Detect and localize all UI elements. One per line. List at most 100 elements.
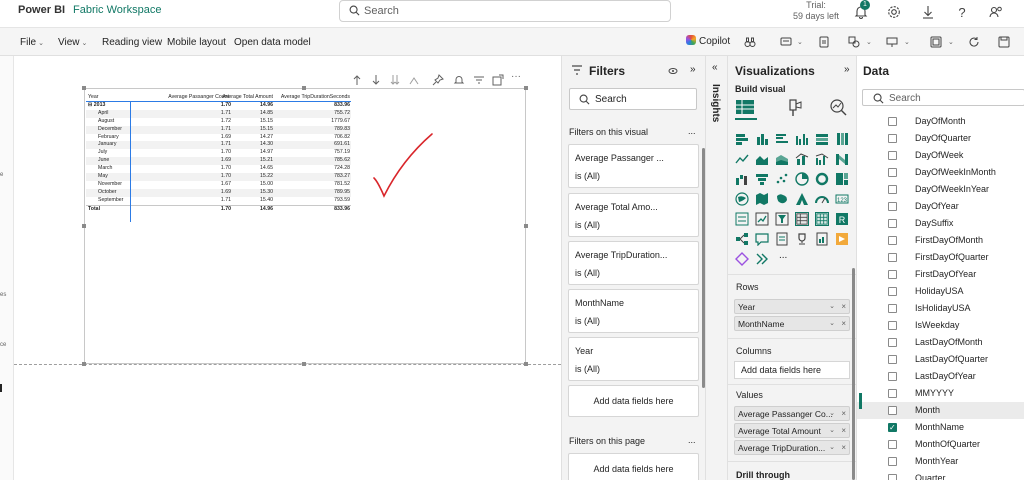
filter-icon[interactable]	[473, 74, 485, 86]
rows-field-year[interactable]: Year ⌄ ×	[734, 299, 850, 314]
kpi-icon[interactable]	[755, 212, 769, 226]
arrows-visual-icon[interactable]	[755, 252, 769, 266]
table-row[interactable]: June 1.69 15.21 785.62	[86, 157, 351, 166]
line-and-column-chart-icon[interactable]	[795, 152, 809, 166]
export-icon[interactable]	[930, 36, 942, 48]
close-icon[interactable]: ×	[841, 317, 846, 331]
waterfall-chart-icon[interactable]	[735, 172, 749, 186]
data-field-item[interactable]: MonthYear	[857, 453, 1024, 470]
card-icon[interactable]: 123	[835, 192, 849, 206]
power-apps-icon[interactable]	[835, 232, 849, 246]
binoculars-icon[interactable]	[744, 36, 756, 48]
comment-icon[interactable]	[780, 36, 792, 48]
chevron-down-icon[interactable]: ⌄	[946, 36, 954, 47]
field-checkbox[interactable]	[888, 236, 897, 245]
help-icon[interactable]: ?	[954, 4, 970, 20]
column-header-year[interactable]: Year	[88, 92, 98, 102]
field-checkbox[interactable]	[888, 287, 897, 296]
data-field-item[interactable]: IsWeekday	[857, 317, 1024, 334]
open-data-model-button[interactable]: Open data model	[234, 37, 311, 48]
table-row[interactable]: March 1.70 14.65 724.28	[86, 165, 351, 173]
workspace-link[interactable]: Fabric Workspace	[73, 4, 161, 16]
table-row[interactable]: September 1.71 15.40 793.59	[86, 197, 351, 205]
field-checkbox[interactable]	[888, 134, 897, 143]
resize-handle[interactable]	[302, 86, 306, 90]
refresh-icon[interactable]	[968, 36, 980, 48]
filter-card[interactable]: MonthName is (All)	[568, 289, 699, 333]
resize-handle[interactable]	[82, 86, 86, 90]
scatter-chart-icon[interactable]	[775, 172, 789, 186]
data-field-item[interactable]: MMYYYY	[857, 385, 1024, 402]
table-row-year[interactable]: ⊟ 2013 1.70 14.96 833.96	[86, 102, 351, 110]
add-visual-filter-drop[interactable]: Add data fields here	[568, 385, 699, 417]
eye-icon[interactable]	[668, 66, 678, 76]
close-icon[interactable]: ×	[841, 407, 846, 421]
copilot-button[interactable]: Copilot	[686, 35, 730, 47]
column-header-trip-duration[interactable]: Average TripDurationSeconds	[258, 92, 350, 102]
ribbon-chart-icon[interactable]	[835, 152, 849, 166]
data-field-item[interactable]: DayOfQuarter	[857, 130, 1024, 147]
data-field-item[interactable]: FirstDayOfMonth	[857, 232, 1024, 249]
more-options-icon[interactable]: ···	[511, 71, 523, 83]
area-chart-icon[interactable]	[755, 152, 769, 166]
chevron-down-icon[interactable]: ⌄	[829, 424, 835, 438]
clustered-bar-chart-icon[interactable]	[775, 132, 789, 146]
resize-handle[interactable]	[82, 362, 86, 366]
data-field-item[interactable]: MonthOfQuarter	[857, 436, 1024, 453]
build-visual-tab[interactable]	[735, 98, 757, 120]
collapse-chevron-icon[interactable]: »	[690, 64, 696, 75]
data-search-input[interactable]: Search	[862, 89, 1024, 106]
insights-label[interactable]: Insights	[710, 84, 721, 122]
azure-map-icon[interactable]	[795, 192, 809, 206]
data-field-item[interactable]: HolidayUSA	[857, 283, 1024, 300]
data-field-item[interactable]: IsHolidayUSA	[857, 300, 1024, 317]
table-row-total[interactable]: Total 1.70 14.96 833.96	[86, 204, 351, 213]
field-checkbox[interactable]	[888, 440, 897, 449]
field-checkbox[interactable]	[888, 321, 897, 330]
field-checkbox[interactable]	[888, 372, 897, 381]
drill-up-icon[interactable]	[408, 74, 420, 86]
filter-card[interactable]: Average TripDuration... is (All)	[568, 241, 699, 285]
table-row[interactable]: April 1.71 14.85 755.72	[86, 109, 351, 118]
columns-add-drop[interactable]: Add data fields here	[734, 361, 850, 379]
filter-card[interactable]: Average Passanger ... is (All)	[568, 144, 699, 188]
chevron-down-icon[interactable]: ⌄	[864, 36, 872, 47]
data-field-item[interactable]: Quarter	[857, 470, 1024, 480]
values-field[interactable]: Average Total Amount ⌄ ×	[734, 423, 850, 438]
table-row[interactable]: August 1.72 15.15 1779.67	[86, 118, 351, 126]
view-menu[interactable]: View ⌄	[58, 37, 87, 48]
field-checkbox[interactable]	[888, 219, 897, 228]
drill-down-icon[interactable]	[370, 74, 382, 86]
save-icon[interactable]	[998, 36, 1010, 48]
insights-strip[interactable]: « Insights	[705, 56, 727, 480]
app-brand[interactable]: Power BI	[18, 4, 65, 16]
field-checkbox[interactable]	[888, 304, 897, 313]
field-checkbox[interactable]	[888, 338, 897, 347]
100-stacked-column-chart-icon[interactable]	[835, 132, 849, 146]
smart-narrative-icon[interactable]	[775, 232, 789, 246]
resize-handle[interactable]	[82, 224, 86, 228]
chevron-down-icon[interactable]: ⌄	[829, 441, 835, 455]
data-field-item[interactable]: DayOfMonth	[857, 113, 1024, 130]
filters-search-input[interactable]: Search	[569, 88, 697, 110]
data-field-item[interactable]: DaySuffix	[857, 215, 1024, 232]
analytics-magnifier-icon[interactable]	[829, 98, 847, 118]
pin-icon[interactable]	[432, 74, 444, 86]
resize-handle[interactable]	[302, 362, 306, 366]
present-icon[interactable]	[886, 36, 898, 48]
table-row[interactable]: November 1.67 15.00 781.52	[86, 181, 351, 189]
rows-field-monthname[interactable]: MonthName ⌄ ×	[734, 316, 850, 331]
focus-mode-icon[interactable]	[492, 74, 504, 86]
resize-handle[interactable]	[524, 362, 528, 366]
gauge-icon[interactable]	[815, 192, 829, 206]
more-options-icon[interactable]: ...	[688, 435, 696, 445]
data-field-item[interactable]: MonthName	[857, 419, 1024, 436]
qa-visual-icon[interactable]	[755, 232, 769, 246]
close-icon[interactable]: ×	[841, 300, 846, 314]
notes-icon[interactable]	[818, 36, 830, 48]
chevron-down-icon[interactable]: ⌄	[829, 317, 835, 331]
global-search-input[interactable]: Search	[339, 0, 671, 22]
table-visual-icon[interactable]	[795, 212, 809, 226]
field-checkbox[interactable]	[888, 168, 897, 177]
line-clustered-column-chart-icon[interactable]	[815, 152, 829, 166]
